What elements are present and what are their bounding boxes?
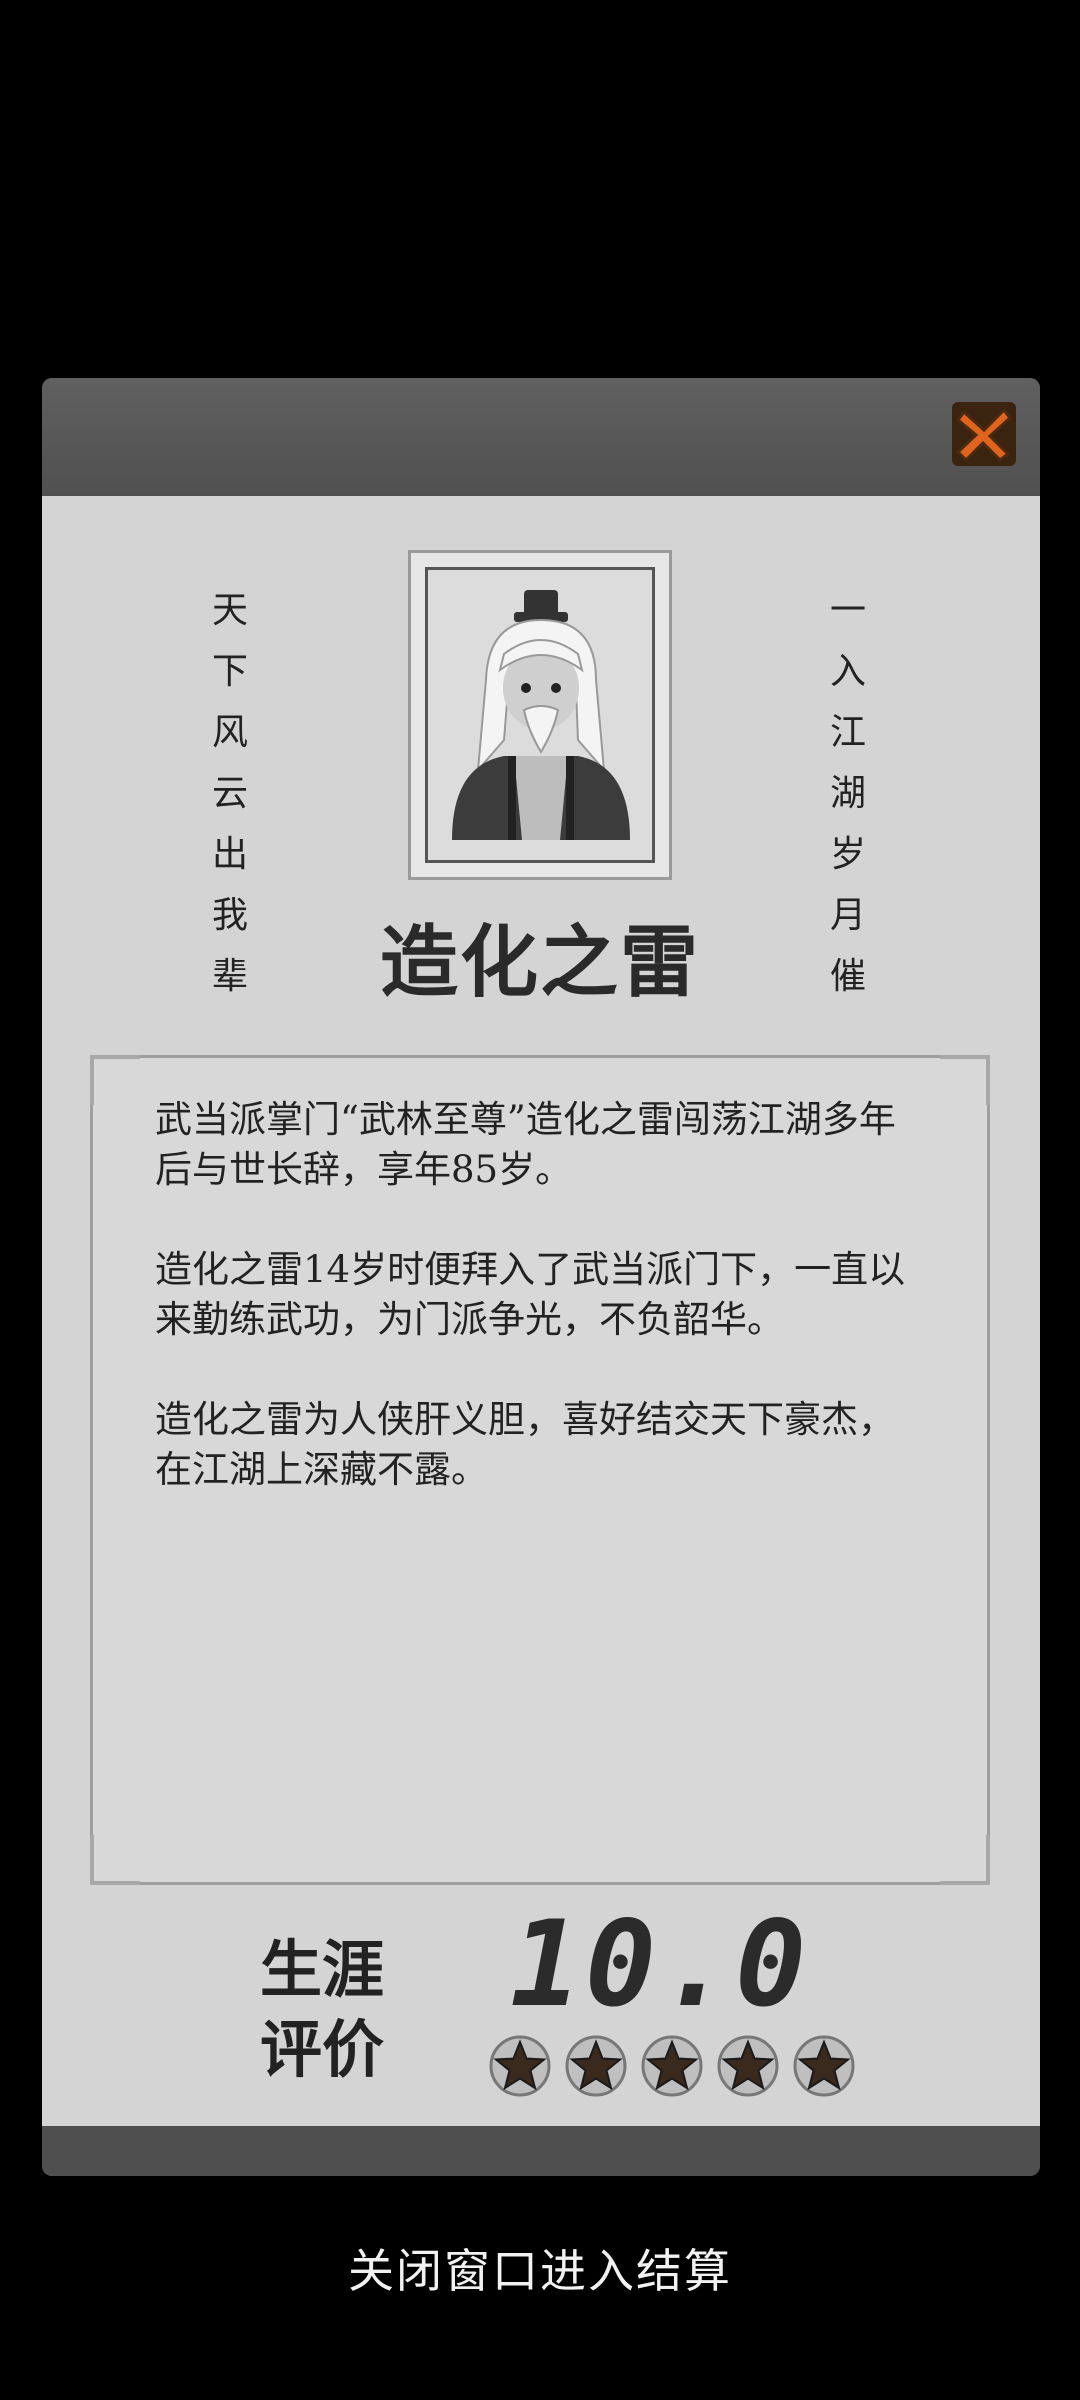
frame-corner: [90, 1835, 140, 1885]
close-window-hint[interactable]: 关闭窗口进入结算: [0, 2235, 1080, 2301]
dialog-footer: [42, 2126, 1040, 2176]
frame-corner: [940, 1055, 990, 1105]
star-rating: [488, 2034, 858, 2098]
game-screen: 天下风云出我辈 一入江湖岁月催 造化之雷 武当派掌门“武林至尊”造化之雷闯荡江湖…: [0, 0, 1080, 2400]
dialog-header: [42, 378, 1040, 496]
star-icon: [565, 2035, 627, 2097]
career-rating-label: 生涯评价: [259, 1933, 384, 2086]
character-portrait-frame: [408, 550, 672, 880]
frame-corner: [940, 1835, 990, 1885]
star-icon: [489, 2035, 551, 2097]
career-score: 10.0: [510, 1895, 811, 2033]
biography-paragraph: 造化之雷14岁时便拜入了武当派门下，一直以来勤练武功，为门派争光，不负韶华。: [155, 1248, 906, 1341]
character-portrait: [425, 567, 655, 863]
biography-paragraph: 造化之雷为人侠肝义胆，喜好结交天下豪杰，在江湖上深藏不露。: [155, 1398, 895, 1491]
elder-avatar-icon: [428, 570, 652, 860]
character-name: 造化之雷: [379, 917, 700, 1008]
star-icon: [717, 2035, 779, 2097]
biography-text: 武当派掌门“武林至尊”造化之雷闯荡江湖多年后与世长辞，享年85岁。 造化之雷14…: [155, 1095, 925, 1545]
close-button[interactable]: [942, 392, 1026, 476]
frame-corner: [90, 1055, 140, 1105]
star-icon: [641, 2035, 703, 2097]
biography-paragraph: 武当派掌门“武林至尊”造化之雷闯荡江湖多年后与世长辞，享年85岁。: [155, 1098, 896, 1191]
star-icon: [793, 2035, 855, 2097]
close-x-icon: [952, 402, 1016, 466]
